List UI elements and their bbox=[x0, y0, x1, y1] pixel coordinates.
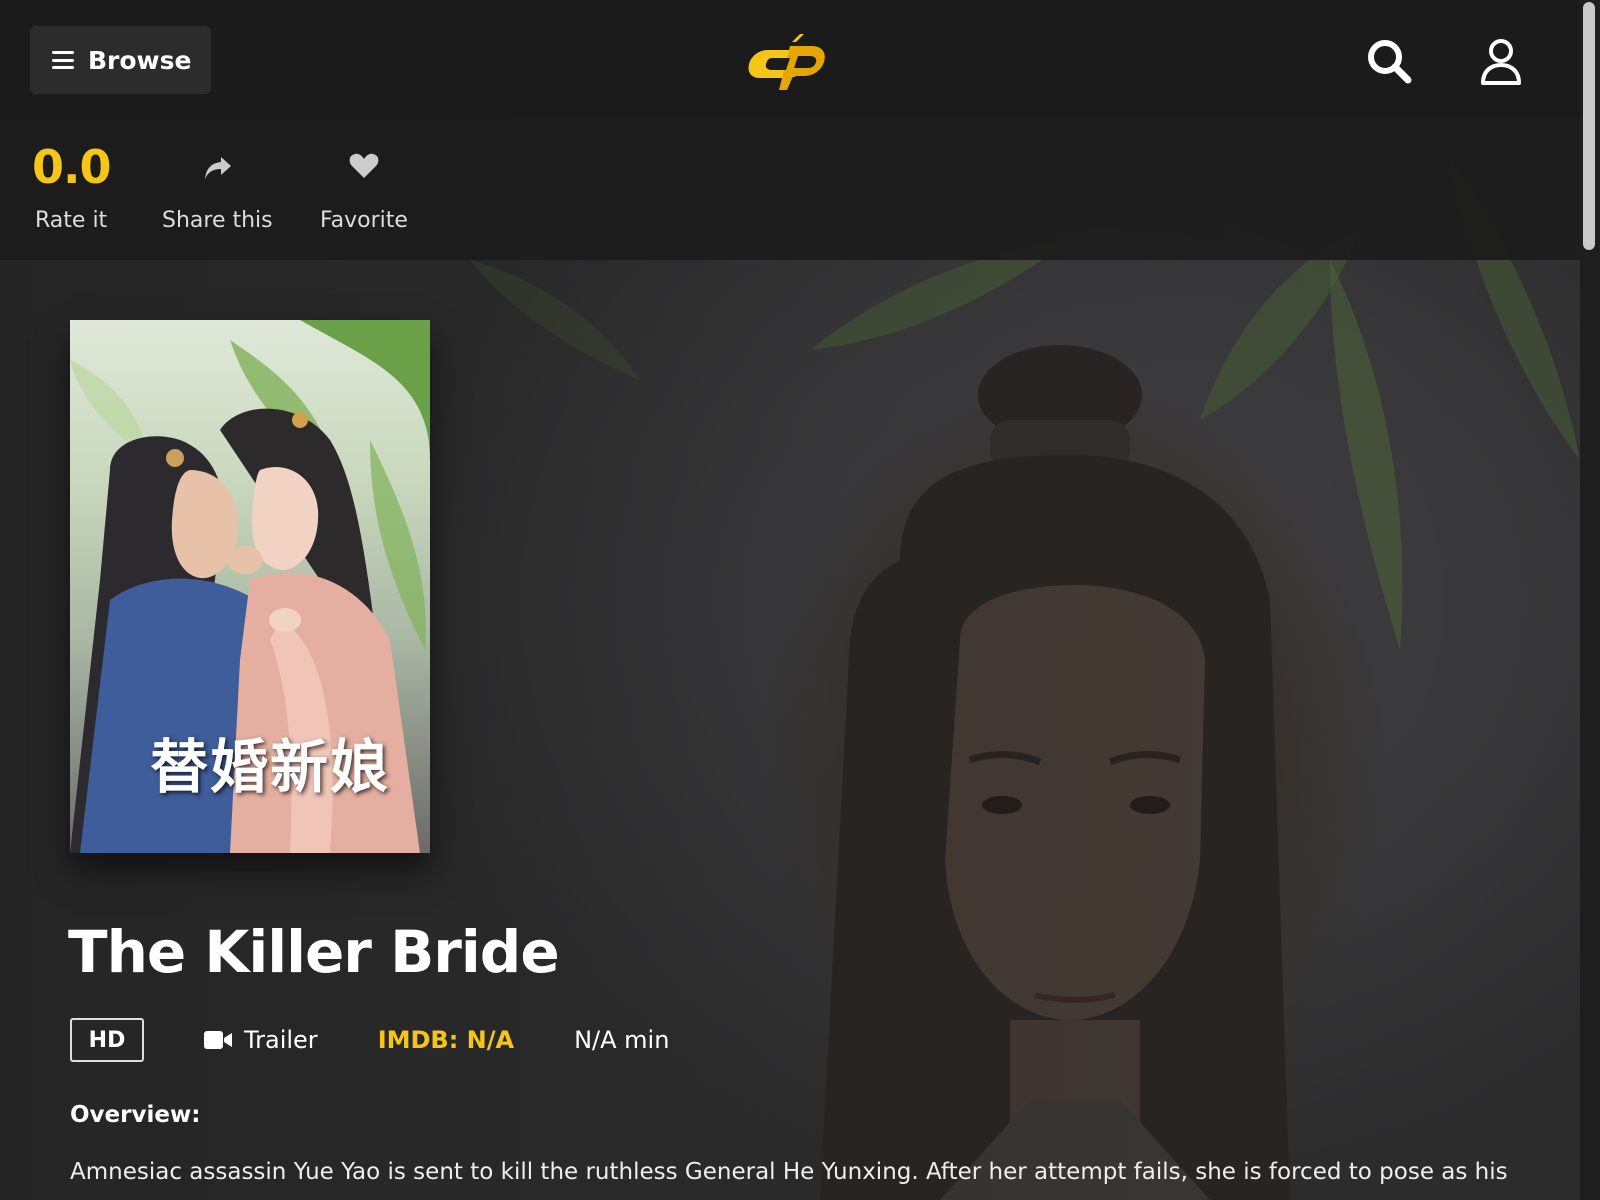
movie-title: The Killer Bride bbox=[68, 918, 560, 986]
quality-badge: HD bbox=[70, 1018, 144, 1062]
site-logo[interactable] bbox=[748, 28, 832, 92]
action-bar: 0.0 Rate it Share this Favorite bbox=[0, 118, 1580, 260]
imdb-rating: IMDB: N/A bbox=[377, 1026, 515, 1054]
heart-icon[interactable] bbox=[349, 152, 379, 180]
overview-text: Amnesiac assassin Yue Yao is sent to kil… bbox=[70, 1159, 1508, 1185]
hamburger-icon bbox=[52, 51, 74, 69]
movie-poster[interactable]: 替婚新娘 bbox=[70, 320, 430, 853]
trailer-button[interactable]: Trailer bbox=[204, 1026, 318, 1054]
share-label: Share this bbox=[162, 208, 273, 233]
overview-heading: Overview: bbox=[70, 1102, 201, 1128]
search-icon[interactable] bbox=[1366, 38, 1412, 84]
scrollbar-thumb[interactable] bbox=[1583, 2, 1595, 250]
user-icon[interactable] bbox=[1480, 38, 1522, 86]
browse-button[interactable]: Browse bbox=[30, 26, 211, 94]
top-navigation-bar: Browse bbox=[0, 0, 1580, 118]
meta-row: HD Trailer IMDB: N/A N/A min bbox=[70, 1018, 669, 1062]
browse-label: Browse bbox=[88, 45, 192, 75]
favorite-label: Favorite bbox=[320, 208, 408, 233]
rating-value: 0.0 bbox=[32, 140, 112, 194]
poster-title: 替婚新娘 bbox=[150, 733, 391, 801]
video-camera-icon bbox=[204, 1031, 232, 1049]
share-icon[interactable] bbox=[203, 154, 233, 182]
runtime: N/A min bbox=[574, 1026, 670, 1054]
rate-it-label: Rate it bbox=[35, 208, 108, 233]
trailer-label: Trailer bbox=[244, 1026, 318, 1054]
